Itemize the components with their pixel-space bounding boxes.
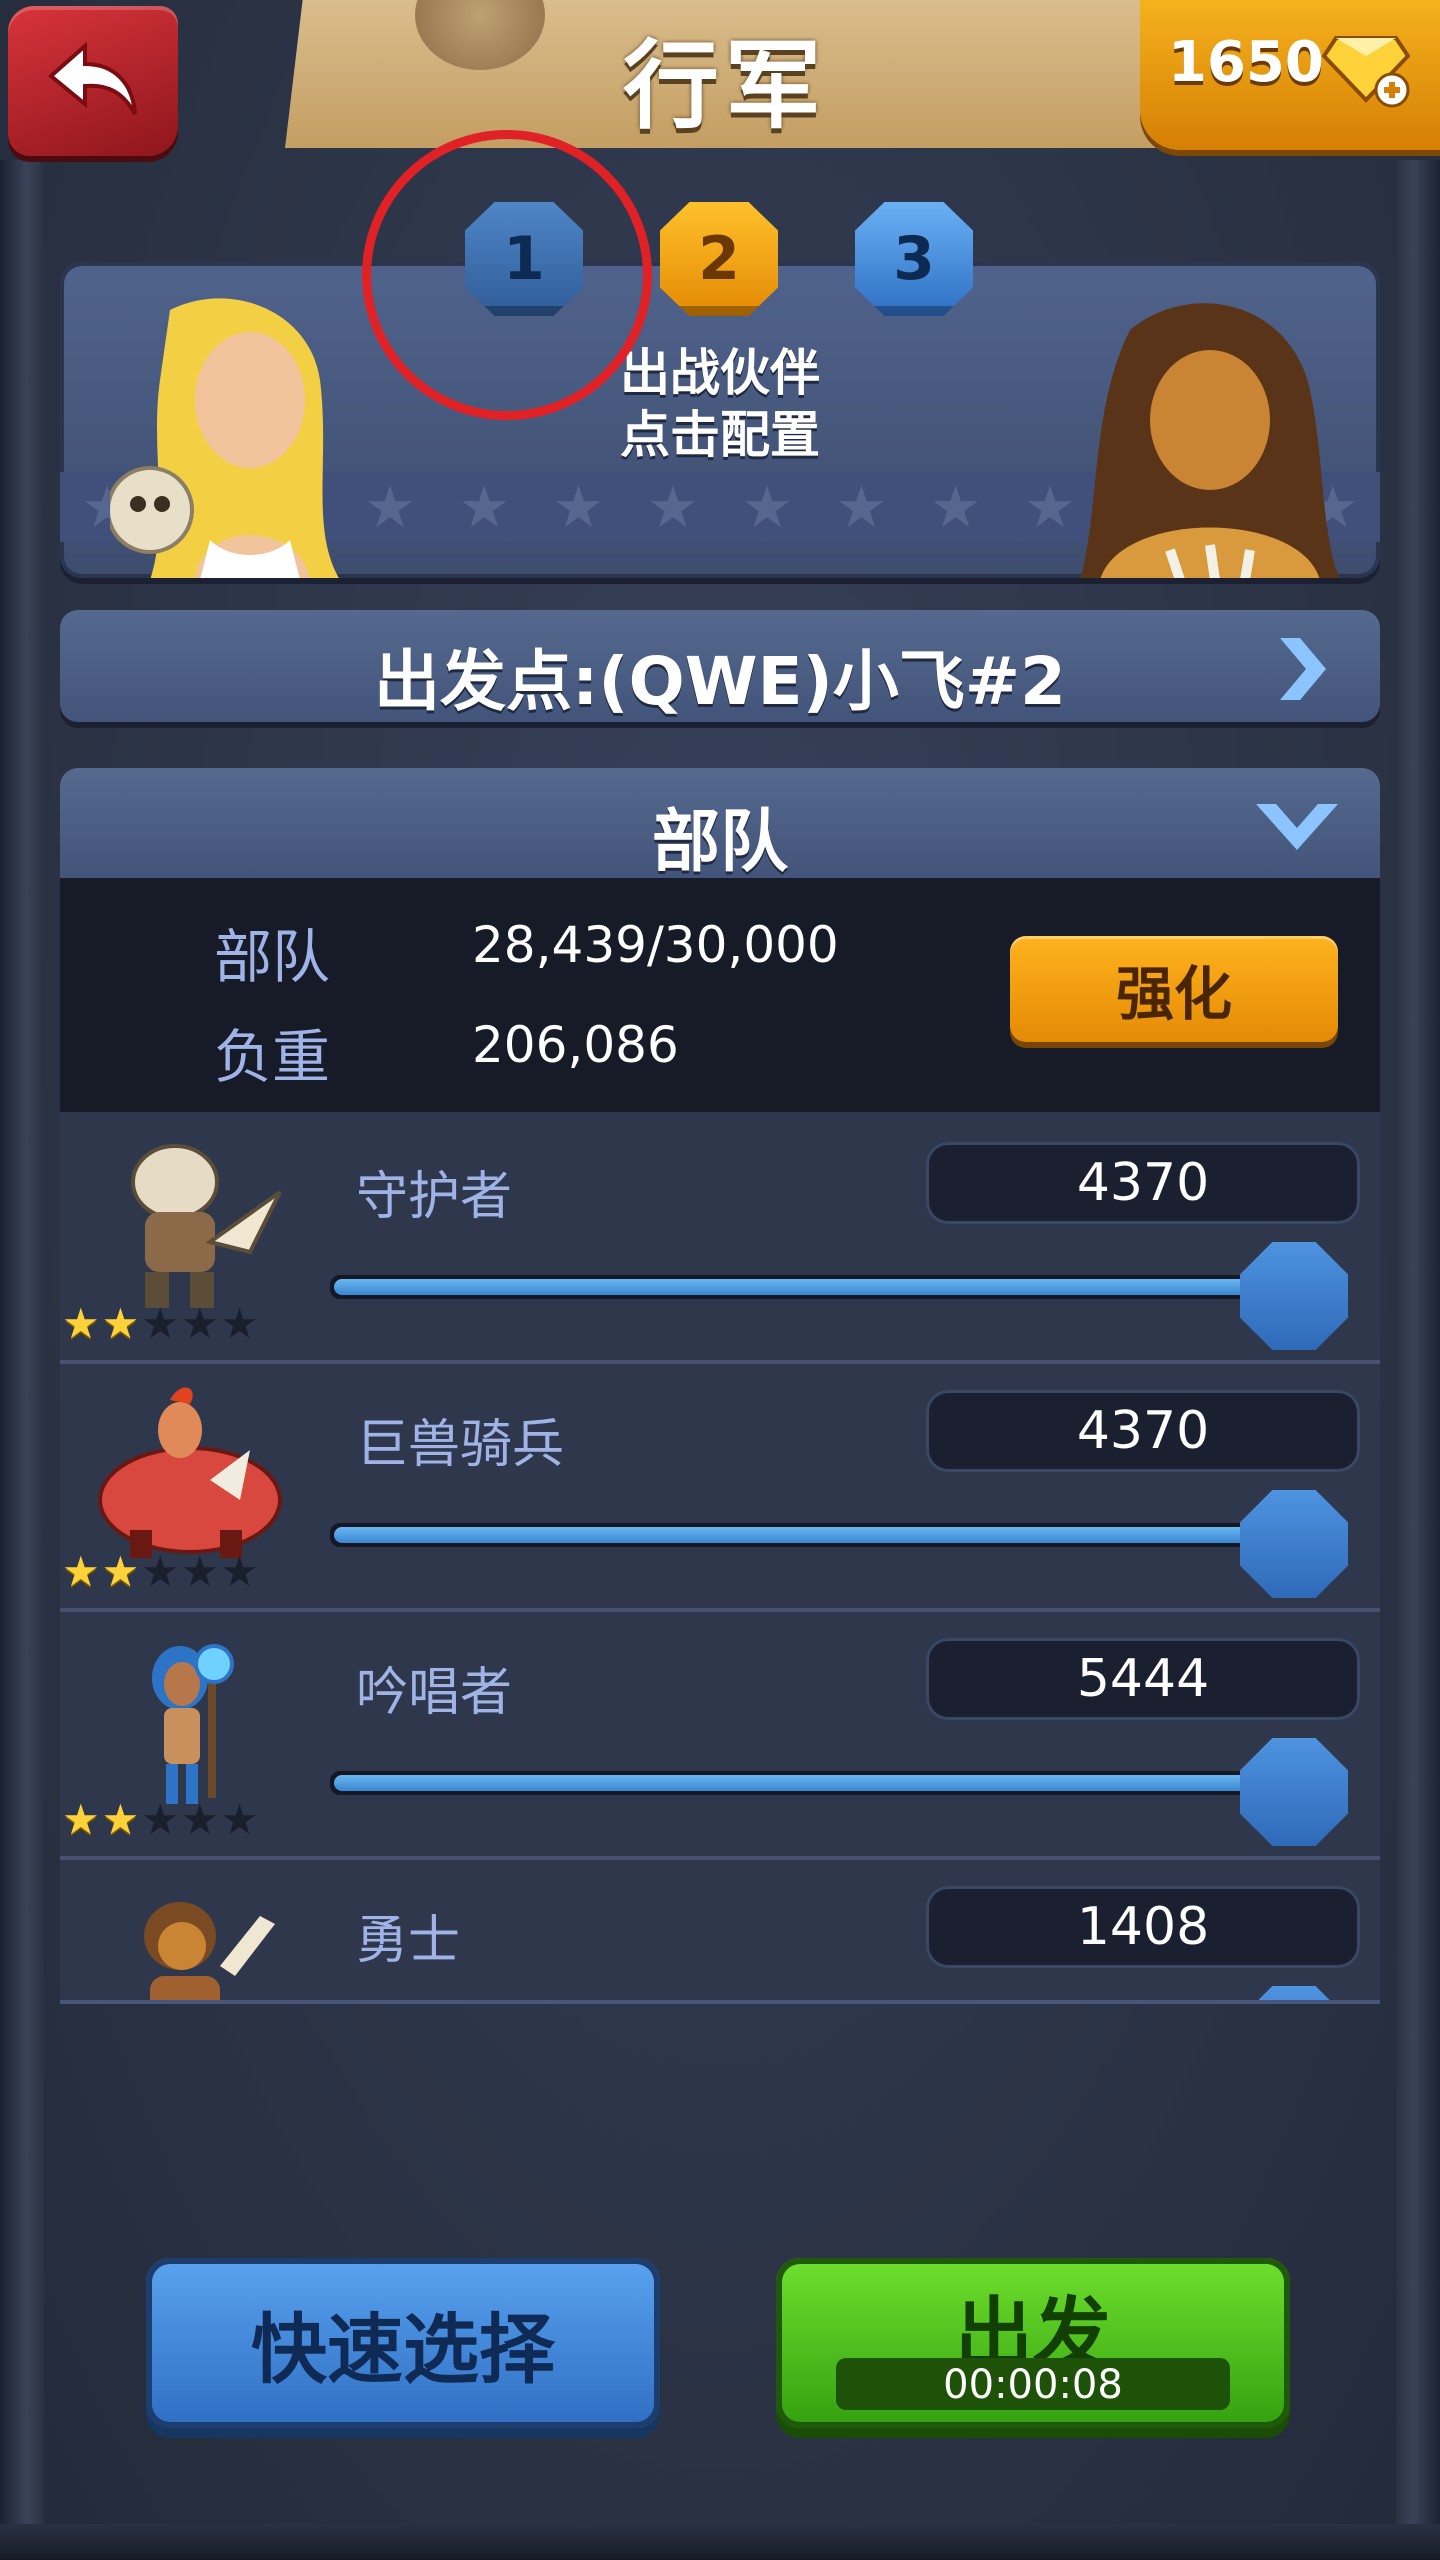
star-icon: ★ bbox=[458, 473, 511, 541]
page-title: 行军 bbox=[623, 30, 827, 142]
unit-slider-knob[interactable] bbox=[1240, 1242, 1348, 1350]
star-filled-icon: ★ bbox=[101, 1547, 140, 1596]
unit-count-input[interactable]: 5444 bbox=[926, 1638, 1360, 1720]
unit-slider-knob[interactable] bbox=[1240, 1490, 1348, 1598]
guardian-unit-icon bbox=[131, 1144, 282, 1308]
unit-slider-knob[interactable] bbox=[1240, 1986, 1348, 2000]
star-icon: ★ bbox=[929, 473, 982, 541]
star-icon: ★ bbox=[363, 473, 416, 541]
unit-count-input[interactable]: 4370 bbox=[926, 1142, 1360, 1224]
load-value: 206,086 bbox=[472, 1016, 679, 1074]
unit-slider-fill bbox=[334, 1527, 1306, 1543]
star-filled-icon: ★ bbox=[62, 1547, 100, 1596]
troop-list[interactable]: ★ ★ ★ ★ ★ 守护者 4370 ★ ★ ★ ★ ★ 巨兽骑兵 4370 ★… bbox=[60, 1112, 1380, 2004]
troop-row: ★ ★ ★ ★ ★ 勇士 1408 bbox=[60, 1856, 1380, 2000]
star-icon: ★ bbox=[835, 473, 888, 541]
march-go-button[interactable]: 出发 00:00:08 bbox=[776, 2258, 1290, 2428]
unit-name: 吟唱者 bbox=[356, 1663, 513, 1723]
star-filled-icon: ★ bbox=[101, 1299, 140, 1348]
chevron-right-icon bbox=[1280, 638, 1326, 700]
troops-value: 28,439/30,000 bbox=[472, 916, 839, 974]
caveman-hero-portrait bbox=[1080, 303, 1340, 578]
unit-star-rating: ★ ★ ★ ★ ★ bbox=[62, 1798, 258, 1842]
highlight-circle-annotation bbox=[362, 130, 652, 420]
troops-section-header[interactable]: 部队 bbox=[60, 768, 1380, 882]
star-empty-icon: ★ bbox=[220, 1547, 259, 1596]
unit-name: 巨兽骑兵 bbox=[356, 1415, 565, 1475]
troop-row: ★ ★ ★ ★ ★ 守护者 4370 bbox=[60, 1112, 1380, 1364]
boost-button[interactable]: 强化 bbox=[1010, 936, 1338, 1042]
troops-section-title: 部队 bbox=[651, 803, 788, 882]
load-label: 负重 bbox=[214, 1023, 331, 1091]
back-arrow-icon bbox=[47, 41, 137, 115]
star-filled-icon: ★ bbox=[62, 1795, 100, 1844]
star-empty-icon: ★ bbox=[141, 1795, 179, 1844]
star-empty-icon: ★ bbox=[180, 1547, 219, 1596]
star-filled-icon: ★ bbox=[62, 1299, 100, 1348]
star-empty-icon: ★ bbox=[141, 1547, 179, 1596]
march-timer-bar: 00:00:08 bbox=[836, 2358, 1230, 2410]
star-filled-icon: ★ bbox=[101, 1795, 140, 1844]
partner-slot-2-button[interactable]: 2 bbox=[660, 202, 778, 316]
troop-row: ★ ★ ★ ★ ★ 巨兽骑兵 4370 bbox=[60, 1360, 1380, 1612]
title-banner: 行军 bbox=[285, 0, 1165, 148]
rock-border-left bbox=[0, 160, 44, 2560]
star-icon: ★ bbox=[741, 473, 794, 541]
departure-label: 出发点:(QWE)小飞#2 bbox=[374, 643, 1066, 720]
troops-label: 部队 bbox=[214, 923, 331, 991]
unit-slider-fill bbox=[334, 1775, 1306, 1791]
unit-name: 勇士 bbox=[356, 1911, 461, 1971]
warrior-unit-icon bbox=[144, 1902, 275, 2000]
star-empty-icon: ★ bbox=[220, 1299, 259, 1348]
chevron-down-icon bbox=[1256, 804, 1338, 850]
beast-rider-unit-icon bbox=[98, 1387, 282, 1558]
unit-slider-fill bbox=[334, 1279, 1306, 1295]
star-empty-icon: ★ bbox=[180, 1795, 219, 1844]
gem-plus-icon bbox=[1322, 36, 1410, 108]
star-empty-icon: ★ bbox=[180, 1299, 219, 1348]
unit-star-rating: ★ ★ ★ ★ ★ bbox=[62, 1550, 258, 1594]
rock-border-right bbox=[1396, 160, 1440, 2560]
unit-name: 守护者 bbox=[356, 1167, 513, 1227]
unit-slider-track[interactable] bbox=[330, 1771, 1310, 1795]
march-timer: 00:00:08 bbox=[943, 2362, 1123, 2408]
unit-slider-track[interactable] bbox=[330, 1523, 1310, 1547]
star-icon: ★ bbox=[552, 473, 605, 541]
unit-slider-track[interactable] bbox=[330, 1275, 1310, 1299]
star-empty-icon: ★ bbox=[141, 1299, 179, 1348]
unit-slider-knob[interactable] bbox=[1240, 1738, 1348, 1846]
gem-count: 1650 bbox=[1168, 30, 1324, 95]
departure-selector[interactable]: 出发点:(QWE)小飞#2 bbox=[60, 610, 1380, 722]
partner-slot-3-button[interactable]: 3 bbox=[855, 202, 973, 316]
quick-select-button[interactable]: 快速选择 bbox=[146, 2258, 660, 2428]
star-icon: ★ bbox=[646, 473, 699, 541]
troop-row: ★ ★ ★ ★ ★ 吟唱者 5444 bbox=[60, 1608, 1380, 1860]
chanter-unit-icon bbox=[152, 1644, 234, 1804]
rock-border-bottom bbox=[0, 2524, 1440, 2560]
back-button[interactable] bbox=[8, 6, 178, 156]
unit-count-input[interactable]: 1408 bbox=[926, 1886, 1360, 1968]
gem-counter[interactable]: 1650 bbox=[1140, 0, 1440, 150]
unit-star-rating: ★ ★ ★ ★ ★ bbox=[62, 1302, 258, 1346]
unit-count-input[interactable]: 4370 bbox=[926, 1390, 1360, 1472]
star-empty-icon: ★ bbox=[220, 1795, 259, 1844]
